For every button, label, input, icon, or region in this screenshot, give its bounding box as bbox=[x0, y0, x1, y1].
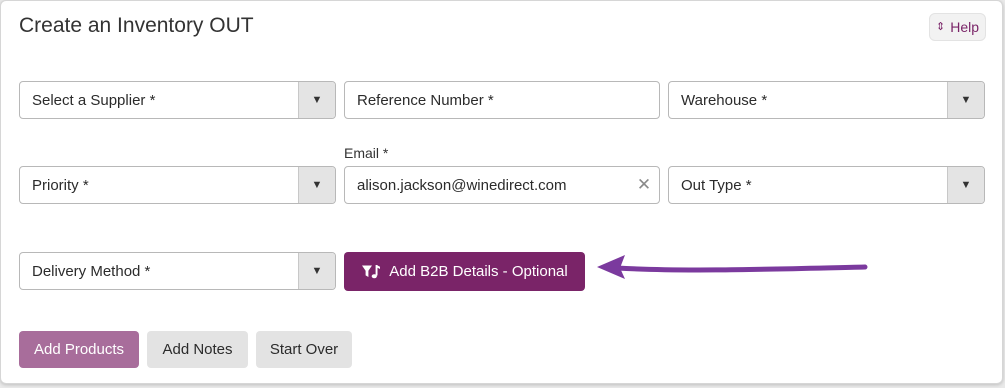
warehouse-select[interactable]: Warehouse * ▼ bbox=[668, 81, 985, 119]
reference-number-text: Reference Number * bbox=[357, 91, 494, 109]
warehouse-dropdown-arrow-icon[interactable]: ▼ bbox=[947, 82, 984, 118]
annotation-arrow-icon bbox=[597, 255, 868, 279]
add-b2b-details-button[interactable]: Add B2B Details - Optional bbox=[344, 252, 585, 291]
help-button[interactable]: ⇕ Help bbox=[929, 13, 986, 41]
clear-icon[interactable]: ✕ bbox=[629, 175, 659, 195]
supplier-dropdown-arrow-icon[interactable]: ▼ bbox=[298, 82, 335, 118]
email-field[interactable]: alison.jackson@winedirect.com ✕ bbox=[344, 166, 660, 204]
out-type-select-text: Out Type * bbox=[681, 176, 752, 194]
reference-number-input[interactable]: Reference Number * bbox=[344, 81, 660, 119]
supplier-select-text: Select a Supplier * bbox=[32, 91, 156, 109]
warehouse-select-text: Warehouse * bbox=[681, 91, 768, 109]
delivery-method-dropdown-arrow-icon[interactable]: ▼ bbox=[298, 253, 335, 289]
page-title: Create an Inventory OUT bbox=[19, 14, 254, 37]
start-over-button[interactable]: Start Over bbox=[256, 331, 352, 368]
funnel-music-icon bbox=[362, 264, 381, 278]
priority-select-text: Priority * bbox=[32, 176, 89, 194]
supplier-select[interactable]: Select a Supplier * ▼ bbox=[19, 81, 336, 119]
add-products-button[interactable]: Add Products bbox=[19, 331, 139, 368]
priority-select[interactable]: Priority * ▼ bbox=[19, 166, 336, 204]
inventory-out-card: Create an Inventory OUT ⇕ Help Select a … bbox=[0, 0, 1003, 384]
add-notes-button[interactable]: Add Notes bbox=[147, 331, 248, 368]
email-value: alison.jackson@winedirect.com bbox=[357, 176, 567, 194]
chevron-up-down-icon: ⇕ bbox=[935, 20, 946, 33]
delivery-method-select[interactable]: Delivery Method * ▼ bbox=[19, 252, 336, 290]
out-type-select[interactable]: Out Type * ▼ bbox=[668, 166, 985, 204]
add-b2b-details-label: Add B2B Details - Optional bbox=[389, 263, 568, 280]
email-label: Email * bbox=[344, 145, 389, 161]
help-label: Help bbox=[950, 19, 979, 35]
delivery-method-select-text: Delivery Method * bbox=[32, 262, 151, 280]
out-type-dropdown-arrow-icon[interactable]: ▼ bbox=[947, 167, 984, 203]
priority-dropdown-arrow-icon[interactable]: ▼ bbox=[298, 167, 335, 203]
